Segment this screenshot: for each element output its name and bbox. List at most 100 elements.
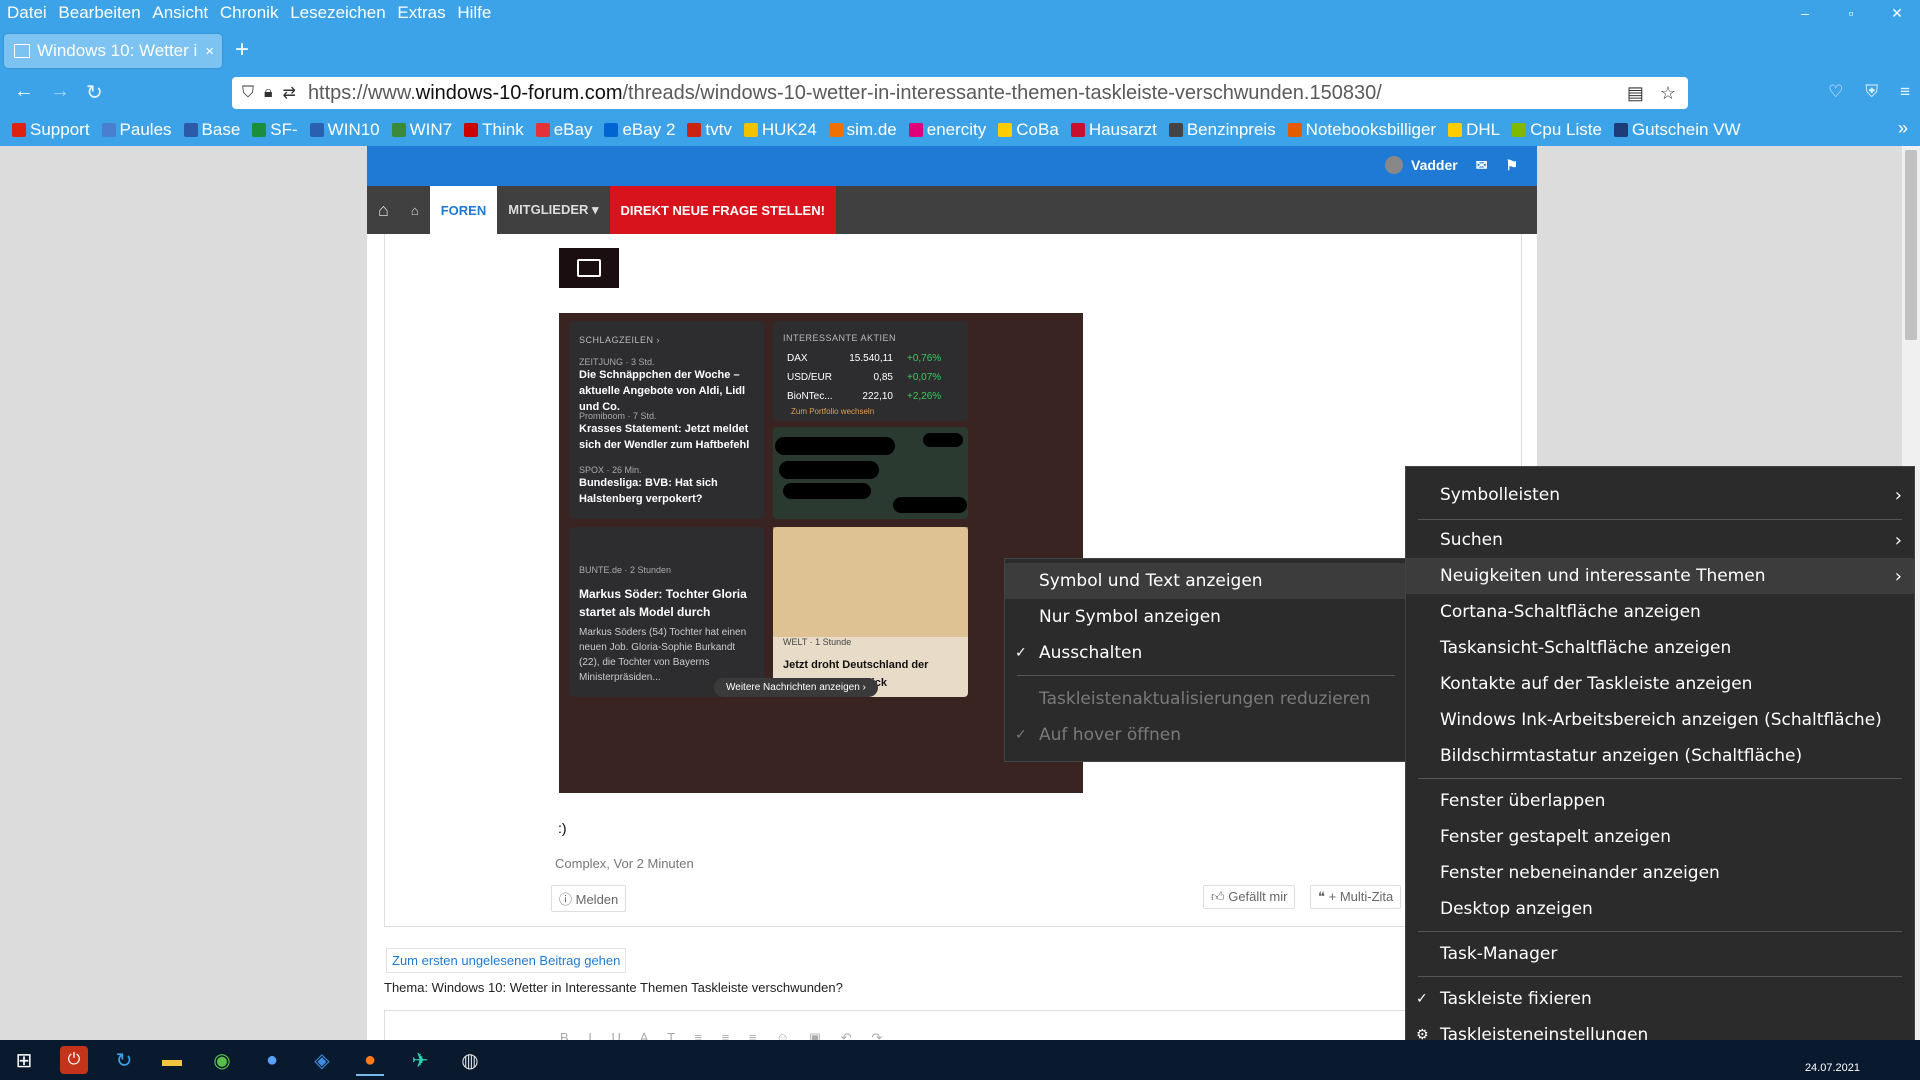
lock-icon[interactable]: 🔒︎ xyxy=(264,84,273,102)
menu-item-search[interactable]: Suchen › xyxy=(1406,522,1914,558)
tab-mitglieder[interactable]: MITGLIEDER ▾ xyxy=(497,186,609,234)
news-headline[interactable]: Jetzt droht Deutschland der xyxy=(783,657,928,673)
menu-item-stacked[interactable]: Fenster gestapelt anzeigen xyxy=(1406,819,1914,855)
bookmark-item[interactable]: Hausarzt xyxy=(1070,120,1157,140)
bookmark-item[interactable]: CoBa xyxy=(998,120,1059,140)
app-icon[interactable]: ✈ xyxy=(406,1046,434,1074)
menu-item-keyboard[interactable]: Bildschirmtastatur anzeigen (Schaltfläch… xyxy=(1406,738,1914,774)
multiquote-button[interactable]: ❝ + Multi-Zita xyxy=(1310,885,1401,909)
bookmark-item[interactable]: Gutschein VW xyxy=(1613,120,1741,140)
clock-date[interactable]: 24.07.2021 xyxy=(1805,1062,1860,1074)
bookmark-item[interactable]: enercity xyxy=(908,120,986,140)
bookmark-label: Cpu Liste xyxy=(1530,120,1602,139)
sync-icon[interactable]: ↻ xyxy=(110,1046,138,1074)
tab-active[interactable]: Windows 10: Wetter in × xyxy=(4,34,222,68)
menu-bearbeiten[interactable]: Bearbeiten xyxy=(58,0,140,26)
ublock-icon[interactable]: ⛨ xyxy=(1865,82,1878,102)
bookmark-item[interactable]: HUK24 xyxy=(743,120,817,140)
news-headline[interactable]: Krasses Statement: Jetzt meldet sich der… xyxy=(579,421,757,453)
portfolio-link[interactable]: Zum Portfolio wechseln xyxy=(791,407,874,416)
minimize-button[interactable]: – xyxy=(1782,0,1828,26)
menu-lesezeichen[interactable]: Lesezeichen xyxy=(290,0,385,26)
menu-chronik[interactable]: Chronik xyxy=(220,0,279,26)
news-headline[interactable]: Die Schnäppchen der Woche – aktuelle Ang… xyxy=(579,367,757,415)
new-question-button[interactable]: DIREKT NEUE FRAGE STELLEN! xyxy=(609,186,836,234)
bookmark-item[interactable]: Benzinpreis xyxy=(1168,120,1276,140)
tab-foren[interactable]: FOREN xyxy=(429,186,498,234)
menu-extras[interactable]: Extras xyxy=(397,0,445,26)
news-headline[interactable]: Markus Söder: Tochter Gloria startet als… xyxy=(579,585,757,621)
pocket-icon[interactable]: ♡ xyxy=(1828,82,1843,102)
menu-item-news[interactable]: Neuigkeiten und interessante Themen › xyxy=(1406,558,1914,594)
maximize-button[interactable]: ▫ xyxy=(1828,0,1874,26)
reload-icon[interactable]: ↻ xyxy=(86,80,103,105)
reader-view-icon[interactable]: ▤ xyxy=(1627,83,1644,104)
shield-icon[interactable]: ⛉ xyxy=(242,84,254,102)
menu-item-symbol-only[interactable]: Nur Symbol anzeigen xyxy=(1005,599,1407,635)
menu-item-lock-taskbar[interactable]: ✓ Taskleiste fixieren xyxy=(1406,981,1914,1017)
bookmark-item[interactable]: Cpu Liste xyxy=(1512,120,1602,140)
bookmarks-overflow-icon[interactable]: » xyxy=(1898,118,1908,139)
menu-item-toolbars[interactable]: Symbolleisten › xyxy=(1406,477,1914,513)
menu-item-side-by-side[interactable]: Fenster nebeneinander anzeigen xyxy=(1406,855,1914,891)
menu-item-cascade[interactable]: Fenster überlappen xyxy=(1406,783,1914,819)
bookmark-item[interactable]: WIN10 xyxy=(309,120,380,140)
like-button[interactable]: 👍︎ Gefällt mir xyxy=(1203,885,1296,909)
stock-value: 15.540,11 xyxy=(849,353,893,364)
news-headline[interactable]: Bundesliga: BVB: Hat sich Halstenberg ve… xyxy=(579,475,757,507)
file-explorer-icon[interactable]: ▬ xyxy=(158,1046,186,1074)
app2-icon[interactable]: ◍ xyxy=(456,1046,484,1074)
menu-item-taskview[interactable]: Taskansicht-Schaltfläche anzeigen xyxy=(1406,630,1914,666)
bookmark-item[interactable]: Notebooksbilliger xyxy=(1287,120,1436,140)
menu-item-cortana[interactable]: Cortana-Schaltfläche anzeigen xyxy=(1406,594,1914,630)
bookmark-star-icon[interactable]: ☆ xyxy=(1660,83,1676,104)
first-unread-link[interactable]: Zum ersten ungelesenen Beitrag gehen xyxy=(386,948,627,973)
bookmark-item[interactable]: eBay xyxy=(535,120,592,140)
menu-datei[interactable]: Datei xyxy=(7,0,47,26)
url-text: https://www.windows-10-forum.com/threads… xyxy=(307,81,1382,104)
more-news-button[interactable]: Weitere Nachrichten anzeigen › xyxy=(714,678,878,697)
menu-item-off[interactable]: ✓ Ausschalten xyxy=(1005,635,1407,671)
home-logo-icon[interactable]: ⌂ xyxy=(367,186,400,234)
menu-hilfe[interactable]: Hilfe xyxy=(457,0,491,26)
bookmark-item[interactable]: sim.de xyxy=(828,120,897,140)
news-submenu: Symbol und Text anzeigen Nur Symbol anze… xyxy=(1004,558,1408,762)
bookmark-item[interactable]: Base xyxy=(183,120,240,140)
permissions-icon[interactable]: ⇄ xyxy=(283,83,296,103)
back-icon[interactable]: ← xyxy=(14,80,34,103)
scrollbar-thumb[interactable] xyxy=(1905,150,1917,340)
menu-item-ink[interactable]: Windows Ink-Arbeitsbereich anzeigen (Sch… xyxy=(1406,702,1914,738)
reply-editor[interactable] xyxy=(384,1010,1522,1041)
firefox-icon[interactable]: ● xyxy=(356,1046,384,1076)
menu-ansicht[interactable]: Ansicht xyxy=(152,0,208,26)
close-button[interactable]: ✕ xyxy=(1874,0,1920,26)
bookmark-item[interactable]: DHL xyxy=(1448,120,1500,140)
bookmark-item[interactable]: SF- xyxy=(252,120,298,140)
chat-icon[interactable]: ● xyxy=(258,1046,286,1074)
bookmark-item[interactable]: Paules xyxy=(101,120,172,140)
mail-icon[interactable]: ✉ xyxy=(1476,157,1488,174)
windows-start-icon[interactable]: ⊞ xyxy=(10,1046,38,1074)
bookmark-item[interactable]: Support xyxy=(12,120,90,140)
report-button[interactable]: ⓘ Melden xyxy=(551,885,627,912)
username[interactable]: Vadder xyxy=(1411,157,1458,173)
bookmark-item[interactable]: Think xyxy=(464,120,524,140)
tab-close-icon[interactable]: × xyxy=(205,43,214,60)
globe-icon[interactable]: ◉ xyxy=(208,1046,236,1074)
hamburger-menu-icon[interactable]: ≡ xyxy=(1900,82,1910,102)
avatar[interactable] xyxy=(1385,156,1403,174)
mail-app-icon[interactable]: ◈ xyxy=(308,1046,336,1074)
new-tab-button[interactable]: + xyxy=(235,36,249,64)
bookmark-item[interactable]: tvtv xyxy=(687,120,732,140)
menu-item-show-desktop[interactable]: Desktop anzeigen xyxy=(1406,891,1914,927)
forward-icon[interactable]: → xyxy=(50,80,70,103)
menu-item-task-manager[interactable]: Task-Manager xyxy=(1406,936,1914,972)
menu-item-symbol-text[interactable]: Symbol und Text anzeigen xyxy=(1005,563,1407,599)
home-icon[interactable]: ⌂ xyxy=(400,186,430,234)
flag-icon[interactable]: ⚑ xyxy=(1505,157,1518,174)
power-icon[interactable]: ⏻ xyxy=(60,1046,88,1074)
bookmark-item[interactable]: WIN7 xyxy=(391,120,452,140)
url-bar[interactable]: ⛉ 🔒︎ ⇄ https://www.windows-10-forum.com/… xyxy=(232,77,1688,109)
bookmark-item[interactable]: eBay 2 xyxy=(604,120,675,140)
menu-item-contacts[interactable]: Kontakte auf der Taskleiste anzeigen xyxy=(1406,666,1914,702)
